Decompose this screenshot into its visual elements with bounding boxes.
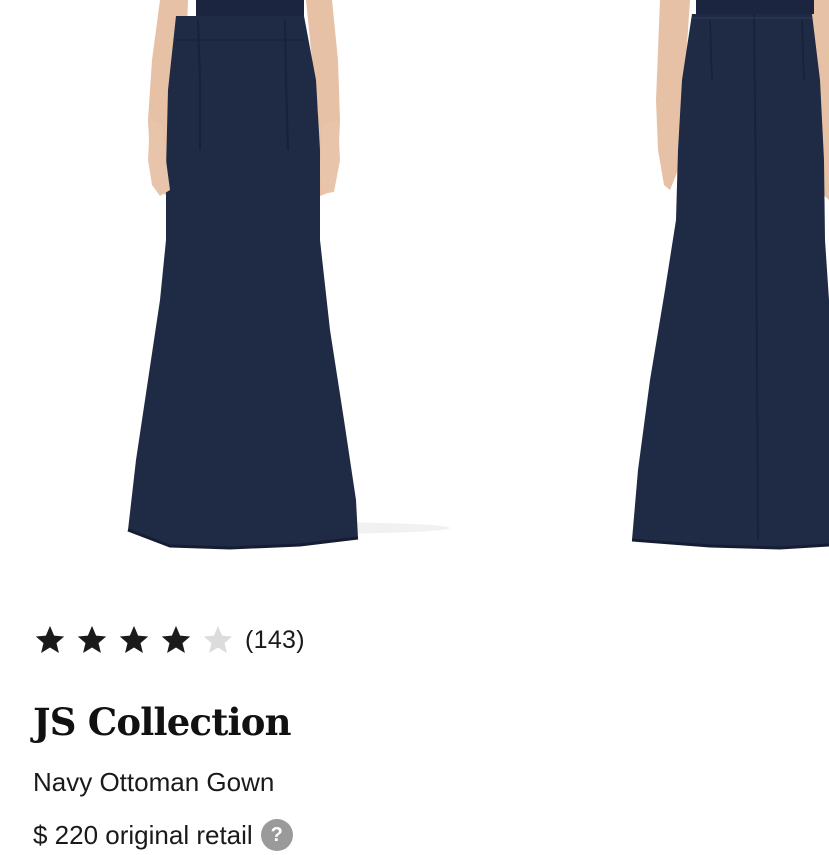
product-image-back[interactable] bbox=[520, 0, 829, 570]
price-text: $ 220 original retail bbox=[33, 819, 253, 850]
brand-name[interactable]: JS Collection bbox=[33, 700, 292, 744]
product-image-front[interactable] bbox=[0, 0, 520, 570]
product-image-carousel[interactable] bbox=[0, 0, 829, 570]
product-name: Navy Ottoman Gown bbox=[33, 767, 275, 797]
star-icon bbox=[75, 620, 117, 660]
price-row: $ 220 original retail ? bbox=[33, 815, 293, 855]
star-icon bbox=[159, 620, 201, 660]
star-icon bbox=[117, 620, 159, 660]
rating[interactable]: (143) bbox=[33, 620, 305, 660]
star-icon bbox=[201, 620, 243, 660]
info-icon[interactable]: ? bbox=[260, 819, 293, 851]
star-icon bbox=[33, 620, 75, 660]
review-count[interactable]: (143) bbox=[245, 626, 305, 655]
